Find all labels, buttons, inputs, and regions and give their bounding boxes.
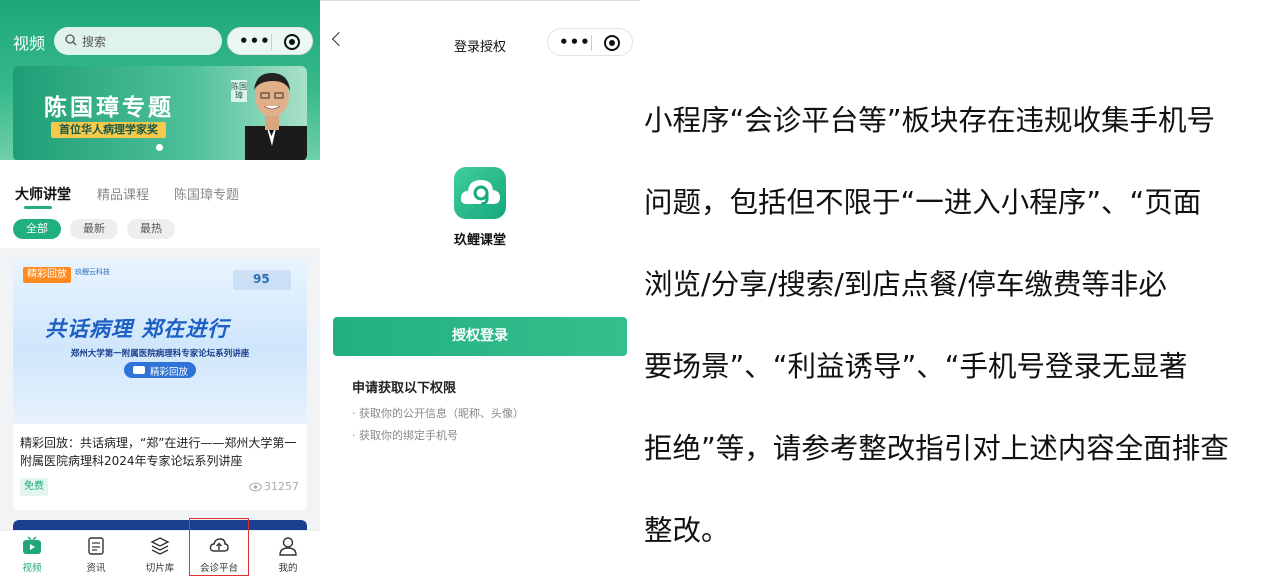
- filter-all[interactable]: 全部: [13, 219, 61, 239]
- login-auth-screen: 登录授权 ••• 玖鲤课堂 授权登录 申请获取以下权限 · 获取你的公开信息（昵…: [320, 0, 640, 576]
- capsule-divider-2: [591, 35, 592, 51]
- banner-speaker-name: 陈国璋: [231, 80, 247, 102]
- video-thumbnail: 精彩回放 玖鲤云科技 95 共话病理 郑在进行 郑州大学第一附属医院病理科专家论…: [13, 258, 307, 424]
- price-badge: 免费: [20, 478, 48, 496]
- video-title: 精彩回放：共话病理，“郑”在进行——郑州大学第一附属医院病理科2024年专家论坛…: [20, 436, 297, 468]
- banner-subtitle: 首位华人病理学家奖: [51, 122, 166, 138]
- user-icon: [279, 537, 297, 556]
- notice-line: 浏览/分享/搜索/到店点餐/停车缴费等非必: [644, 268, 1167, 301]
- notice-line: 拒绝”等，请参考整改指引对上述内容全面排查: [644, 432, 1229, 465]
- tabbar-slides-label: 切片库: [145, 563, 175, 574]
- filter-hottest[interactable]: 最热: [127, 219, 175, 239]
- tv-icon: [23, 536, 41, 554]
- replay-badge: 精彩回放: [23, 267, 71, 283]
- view-count: 31257: [249, 480, 299, 493]
- permission-heading: 申请获取以下权限: [352, 381, 457, 396]
- notice-line: 整改。: [644, 514, 730, 547]
- anniversary-number: 95: [253, 272, 270, 286]
- tabbar-video-label: 视频: [22, 563, 42, 574]
- search-icon: [65, 34, 77, 46]
- authorize-login-button[interactable]: 授权登录: [333, 317, 627, 356]
- mini-program-capsule-2: •••: [547, 28, 633, 56]
- cloud-nine-icon: [460, 180, 500, 206]
- app-logo: [454, 167, 506, 219]
- nav-bar: 视频 搜索 •••: [0, 24, 320, 58]
- capsule-divider: [271, 34, 272, 50]
- more-icon[interactable]: •••: [239, 34, 271, 49]
- permission-item: · 获取你的公开信息（昵称、头像）: [352, 407, 524, 420]
- notice-line: 问题，包括但不限于“一进入小程序”、“页面: [644, 186, 1202, 219]
- permission-item: · 获取你的绑定手机号: [352, 429, 458, 442]
- video-card[interactable]: 精彩回放 玖鲤云科技 95 共话病理 郑在进行 郑州大学第一附属医院病理科专家论…: [13, 258, 307, 510]
- thumbnail-logo-text: 玖鲤云科技: [75, 268, 110, 276]
- highlight-box: [189, 518, 249, 576]
- notice-text-panel: 小程序“会诊平台等”板块存在违规收集手机号 问题，包括但不限于“一进入小程序”、…: [640, 0, 1280, 576]
- tabbar-news[interactable]: 资讯: [68, 531, 124, 576]
- tabbar-profile-label: 我的: [278, 563, 298, 574]
- thumbnail-title: 共话病理 郑在进行: [45, 317, 230, 341]
- category-tabs: 大师讲堂 精品课程 陈国璋专题 全部 最新 最热: [0, 160, 320, 248]
- tabbar-video[interactable]: 视频: [4, 531, 60, 576]
- tabbar-profile[interactable]: 我的: [260, 531, 316, 576]
- close-program-icon[interactable]: [284, 34, 300, 50]
- active-tab-indicator: [24, 206, 52, 209]
- layers-icon: [150, 537, 170, 555]
- bottom-tab-bar: 视频 资讯 切片库 会诊平台 我的: [0, 530, 320, 576]
- video-icon: [133, 366, 145, 374]
- newspaper-icon: [88, 537, 104, 555]
- notice-line: 要场景”、“利益诱导”、“手机号登录无显著: [644, 350, 1188, 383]
- view-count-value: 31257: [264, 480, 299, 493]
- search-input[interactable]: 搜索: [54, 27, 222, 55]
- tab-premium-courses[interactable]: 精品课程: [97, 184, 149, 203]
- tab-chen-topic[interactable]: 陈国璋专题: [174, 184, 239, 203]
- thumbnail-pill-label: 精彩回放: [150, 367, 189, 378]
- carousel-indicator: [156, 144, 163, 151]
- tabbar-news-label: 资讯: [86, 563, 106, 574]
- tabbar-slides[interactable]: 切片库: [132, 531, 188, 576]
- app-video-screen: 视频 搜索 ••• 陈国璋专题 首位华人病理学家奖 陈国璋 大师讲堂 精品课程 …: [0, 0, 320, 576]
- tab-master-lecture[interactable]: 大师讲堂: [15, 184, 71, 204]
- eye-icon: [249, 482, 262, 492]
- nav-title: 视频: [13, 34, 46, 53]
- thumbnail-subtitle: 郑州大学第一附属医院病理科专家论坛系列讲座: [70, 349, 250, 359]
- thumbnail-replay-pill: 精彩回放: [124, 362, 196, 378]
- violation-notice: 小程序“会诊平台等”板块存在违规收集手机号 问题，包括但不限于“一进入小程序”、…: [644, 80, 1278, 572]
- app-name: 玖鲤课堂: [453, 233, 506, 248]
- mini-program-capsule: •••: [227, 27, 313, 55]
- close-program-icon-2[interactable]: [604, 35, 620, 51]
- more-icon-2[interactable]: •••: [559, 35, 591, 50]
- banner-title: 陈国璋专题: [44, 95, 174, 121]
- anniversary-mark: 95: [233, 270, 291, 290]
- search-placeholder: 搜索: [82, 35, 107, 49]
- notice-line: 小程序“会诊平台等”板块存在违规收集手机号: [644, 104, 1216, 137]
- filter-latest[interactable]: 最新: [70, 219, 118, 239]
